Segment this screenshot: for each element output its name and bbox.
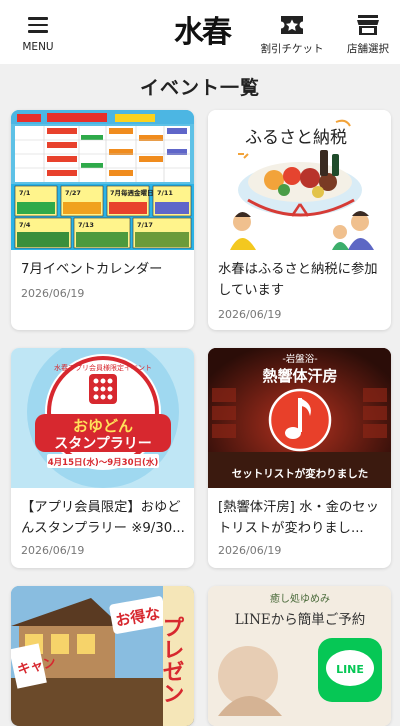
event-thumbnail: -岩盤浴- 熱響体汗房 セットリストが変わりました [208, 348, 391, 488]
line-text: LINEから簡単ご予約 [235, 612, 365, 628]
event-card[interactable]: ふるさと納税 水春はふるさと納税に参加しています 2026/06/19 [208, 110, 391, 330]
line-logo: LINE [336, 663, 364, 676]
sauna-title: 熱響体汗房 [262, 367, 337, 385]
brand-logo[interactable]: 水春 [168, 14, 236, 52]
calendar-date-label: 7/13 [78, 221, 94, 229]
event-thumbnail: キャン お得な プレゼン [11, 586, 194, 726]
present-text: プレゼン [159, 616, 185, 704]
stamp-period: 4月15日(水)〜9月30日(水) [48, 457, 159, 468]
calendar-date-label: 7/1 [19, 189, 31, 197]
event-date: 2026/06/19 [21, 287, 85, 300]
event-date: 2026/06/19 [218, 308, 282, 321]
menu-button[interactable]: MENU [12, 0, 64, 64]
sauna-thumbnail-image: -岩盤浴- 熱響体汗房 セットリストが変わりました [208, 348, 391, 488]
furusato-thumbnail-image: ふるさと納税 [230, 119, 374, 250]
store-icon [357, 15, 379, 35]
event-title: 水春はふるさと納税に参加しています [218, 262, 378, 298]
store-select-button[interactable]: 店舗選択 [340, 0, 396, 64]
event-title: [熱響体汗房] 水・金のセットリストが変わりまし... [218, 500, 379, 536]
present-thumbnail-image: キャン お得な プレゼン [11, 586, 194, 726]
event-date: 2026/06/19 [218, 544, 282, 557]
calendar-thumbnail-image: 7/1 7/27 7月毎週金曜日 7/11 7/4 7/13 7/17 [11, 110, 194, 250]
line-thumbnail-image: 癒し処ゆめみ LINEから簡単ご予約 LINE [208, 586, 391, 726]
event-card[interactable]: 癒し処ゆめみ LINEから簡単ご予約 LINE [208, 586, 391, 726]
app-header: MENU 水春 割引チケット 店舗選択 [0, 0, 400, 64]
event-card[interactable]: キャン お得な プレゼン [11, 586, 194, 726]
furusato-caption: ふるさと納税 [245, 128, 347, 148]
ticket-label: 割引チケット [260, 43, 324, 55]
stamp-title-1: おゆどん [73, 417, 133, 435]
hamburger-icon [28, 17, 48, 33]
menu-label: MENU [22, 41, 54, 53]
stamp-arc-text: 水春アプリ会員様限定イベント [54, 363, 152, 372]
event-thumbnail: 水春アプリ会員様限定イベント おゆどん スタンプラリー 4月15日(水)〜9月3… [11, 348, 194, 488]
page-title: イベント一覧 [139, 77, 260, 99]
stamp-title-2: スタンプラリー [54, 436, 152, 452]
store-label: 店舗選択 [347, 43, 389, 55]
event-date: 2026/06/19 [21, 544, 85, 557]
calendar-date-label: 7/4 [19, 221, 31, 229]
event-card[interactable]: 水春アプリ会員様限定イベント おゆどん スタンプラリー 4月15日(水)〜9月3… [11, 348, 194, 568]
discount-ticket-button[interactable]: 割引チケット [254, 0, 330, 64]
calendar-date-label: 7/17 [137, 221, 153, 229]
event-title: 【アプリ会員限定】おゆどんスタンプラリー ※9/30... [21, 500, 185, 536]
line-brand: 癒し処ゆめみ [270, 592, 330, 605]
event-thumbnail: 7/1 7/27 7月毎週金曜日 7/11 7/4 7/13 7/17 [11, 110, 194, 250]
sauna-subtitle: -岩盤浴- [282, 353, 317, 365]
event-thumbnail: ふるさと納税 [208, 110, 391, 250]
stamp-rally-thumbnail-image: 水春アプリ会員様限定イベント おゆどん スタンプラリー 4月15日(水)〜9月3… [27, 348, 179, 488]
event-thumbnail: 癒し処ゆめみ LINEから簡単ご予約 LINE [208, 586, 391, 726]
sauna-caption: セットリストが変わりました [232, 467, 369, 480]
ticket-icon [281, 16, 303, 34]
event-card[interactable]: -岩盤浴- 熱響体汗房 セットリストが変わりました [熱響体汗房] 水・金のセッ… [208, 348, 391, 568]
calendar-date-label: 7/27 [65, 189, 81, 197]
event-title: 7月イベントカレンダー [21, 262, 163, 277]
calendar-date-label: 7月毎週金曜日 [110, 188, 154, 197]
event-card[interactable]: 7/1 7/27 7月毎週金曜日 7/11 7/4 7/13 7/17 7月イベ… [11, 110, 194, 330]
calendar-date-label: 7/11 [157, 189, 173, 197]
